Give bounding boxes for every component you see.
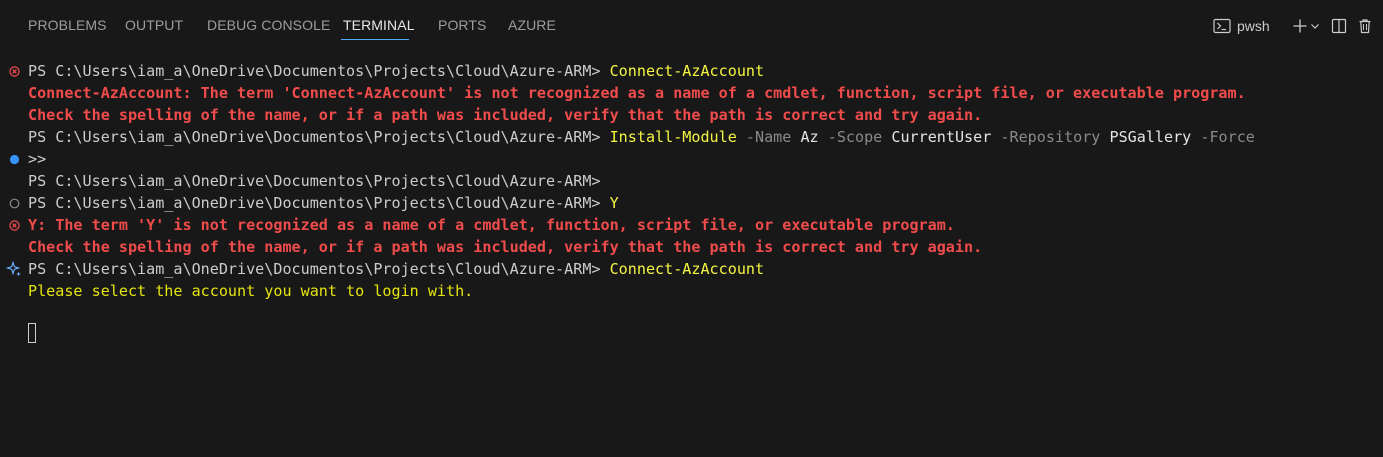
prompt: PS C:\Users\iam_a\OneDrive\Documentos\Pr… [28,62,601,80]
argument: PSGallery [1109,128,1192,146]
parameter: -Force [1200,128,1255,146]
command: Install-Module [609,128,737,146]
error-line: Y: The term 'Y' is not recognized as a n… [28,216,955,234]
command: Connect-AzAccount [609,260,765,278]
prompt: PS C:\Users\iam_a\OneDrive\Documentos\Pr… [28,260,601,278]
command: Connect-AzAccount [609,62,765,80]
prompt: PS C:\Users\iam_a\OneDrive\Documentos\Pr… [28,172,601,190]
continuation-prompt: >> [28,150,47,168]
terminal-cursor [28,323,36,343]
error-line: Check the spelling of the name, or if a … [28,106,983,124]
command: Y [609,194,619,212]
sparkle-icon[interactable] [6,258,22,280]
output-line: Please select the account you want to lo… [28,282,474,300]
terminal-line: PS C:\Users\iam_a\OneDrive\Documentos\Pr… [28,192,619,214]
error-circle-icon[interactable] [6,60,22,82]
terminal-line: PS C:\Users\iam_a\OneDrive\Documentos\Pr… [28,258,764,280]
parameter: -Name [745,128,792,146]
info-dot-icon[interactable] [6,148,22,170]
error-circle-icon[interactable] [6,214,22,236]
argument: Az [800,128,819,146]
argument: CurrentUser [891,128,992,146]
terminal-line: PS C:\Users\iam_a\OneDrive\Documentos\Pr… [28,60,764,82]
parameter: -Scope [827,128,883,146]
prompt: PS C:\Users\iam_a\OneDrive\Documentos\Pr… [28,194,601,212]
parameter: -Repository [1000,128,1101,146]
empty-circle-icon[interactable] [6,192,22,214]
error-line: Check the spelling of the name, or if a … [28,238,983,256]
error-line: Connect-AzAccount: The term 'Connect-AzA… [28,84,1246,102]
prompt: PS C:\Users\iam_a\OneDrive\Documentos\Pr… [28,128,601,146]
terminal-output[interactable]: PS C:\Users\iam_a\OneDrive\Documentos\Pr… [0,0,1383,457]
terminal-line: PS C:\Users\iam_a\OneDrive\Documentos\Pr… [28,126,1255,148]
